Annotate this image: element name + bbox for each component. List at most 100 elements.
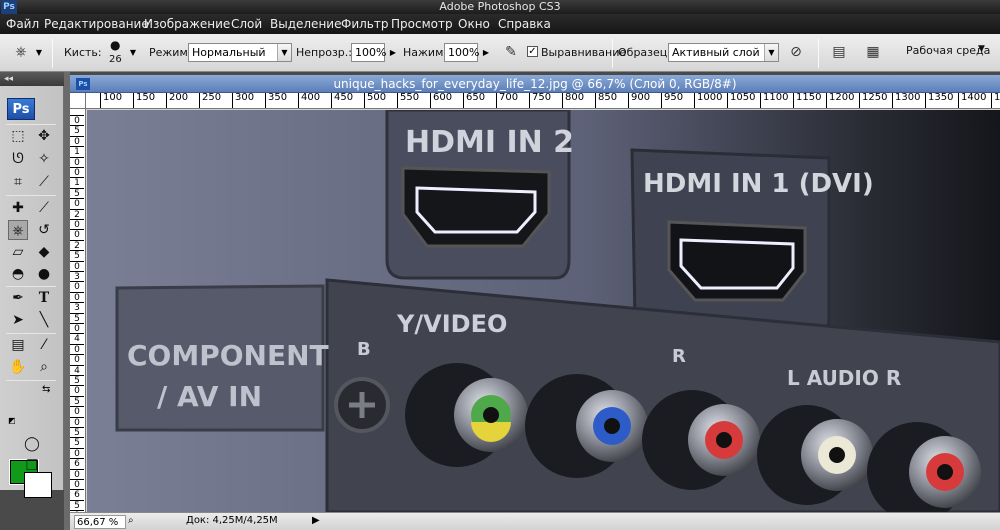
brush-tip-icon[interactable]: ● bbox=[110, 38, 120, 52]
history-brush-tool-icon[interactable]: ↺ bbox=[34, 220, 54, 240]
aligned-label: Выравнивание bbox=[541, 46, 627, 59]
airbrush-icon[interactable]: ✎ bbox=[500, 41, 522, 63]
h-ruler-tick: 950 bbox=[661, 93, 683, 108]
h-ruler-tick: 450 bbox=[331, 93, 353, 108]
path-selection-tool-icon[interactable]: ➤ bbox=[8, 310, 28, 330]
status-menu-arrow-icon[interactable]: ▶ bbox=[312, 515, 320, 526]
h-ruler-tick: 1250 bbox=[859, 93, 887, 108]
hdmi2-label: HDMI IN 2 bbox=[405, 125, 574, 160]
crop-tool-icon[interactable]: ⌗ bbox=[8, 172, 28, 192]
move-tool-icon[interactable]: ✥ bbox=[34, 126, 54, 146]
pen-tool-icon[interactable]: ✒ bbox=[8, 288, 28, 308]
zoom-menu-icon[interactable]: ⌕ bbox=[128, 515, 134, 526]
v-ruler-tick: 0 bbox=[70, 167, 84, 178]
chevron-down-icon: ▼ bbox=[277, 44, 291, 61]
ignore-adjustment-layers-icon[interactable]: ⊘ bbox=[785, 41, 807, 63]
h-ruler-tick: 850 bbox=[595, 93, 617, 108]
v-ruler-tick: 0 bbox=[70, 229, 84, 240]
dodge-tool-icon[interactable]: ● bbox=[34, 264, 54, 284]
eraser-tool-icon[interactable]: ▱ bbox=[8, 242, 28, 262]
line-tool-icon[interactable]: ╲ bbox=[34, 310, 54, 330]
toolbox-header: ◂◂ bbox=[0, 72, 64, 86]
flow-slider-arrow-icon[interactable]: ▶ bbox=[479, 43, 493, 62]
notes-tool-icon[interactable]: ▤ bbox=[8, 335, 28, 355]
slice-tool-icon[interactable]: ⟋ bbox=[34, 172, 54, 192]
brush-tool-icon[interactable]: ⟋ bbox=[34, 198, 54, 218]
type-tool-icon[interactable]: T bbox=[34, 288, 54, 308]
audio-label: L AUDIO R bbox=[787, 366, 901, 390]
v-ruler-tick: 5 bbox=[70, 125, 84, 136]
h-ruler-tick: 750 bbox=[529, 93, 551, 108]
lasso-tool-icon[interactable]: ᘎ bbox=[8, 149, 28, 169]
zoom-tool-icon[interactable]: ⌕ bbox=[34, 357, 54, 377]
mode-select[interactable]: Нормальный ▼ bbox=[188, 43, 292, 62]
magic-wand-tool-icon[interactable]: ✧ bbox=[34, 149, 54, 169]
v-ruler-tick: 0 bbox=[70, 135, 84, 147]
av-in-label: / AV IN bbox=[157, 380, 262, 413]
clone-stamp-preset-icon[interactable]: ⎈ bbox=[10, 41, 32, 63]
menu-view[interactable]: Просмотр bbox=[391, 17, 453, 31]
paint-bucket-tool-icon[interactable]: ◆ bbox=[34, 242, 54, 262]
h-ruler-tick: 1200 bbox=[826, 93, 854, 108]
h-ruler-tick: 1150 bbox=[793, 93, 821, 108]
horizontal-ruler[interactable]: 100 150 200 250 300 350 400 450 500 550 600 650 700 7… bbox=[86, 93, 1000, 109]
document-tab[interactable]: Ps unique_hacks_for_everyday_life_12.jpg… bbox=[70, 75, 1000, 93]
h-ruler-tick: 500 bbox=[364, 93, 386, 108]
menu-edit[interactable]: Редактирование bbox=[44, 17, 149, 31]
v-ruler-tick: 0 bbox=[70, 406, 84, 417]
menu-window[interactable]: Окно bbox=[458, 17, 490, 31]
ruler-origin[interactable] bbox=[70, 93, 86, 109]
divider bbox=[6, 124, 56, 125]
clone-stamp-tool-icon[interactable]: ⎈ bbox=[8, 220, 28, 240]
toolbox: ◂◂ Ps ⬚ ✥ ᘎ ✧ ⌗ ⟋ ✚ ⟋ ⎈ ↺ ▱ ◆ ◓ ● ✒ T ➤ … bbox=[0, 72, 64, 498]
v-ruler-tick: 5 bbox=[70, 427, 84, 438]
palette-well-icon[interactable]: ▤ bbox=[828, 41, 850, 63]
marquee-tool-icon[interactable]: ⬚ bbox=[8, 126, 28, 146]
brush-dropdown-arrow-icon[interactable]: ▼ bbox=[126, 43, 140, 62]
menu-file[interactable]: Файл bbox=[6, 17, 39, 31]
h-ruler-tick: 1300 bbox=[892, 93, 920, 108]
brush-size: 26 bbox=[109, 54, 122, 65]
screen-mode-icon[interactable]: ❐ bbox=[22, 456, 42, 476]
divider bbox=[6, 333, 56, 334]
v-ruler-tick: 0 bbox=[70, 198, 84, 209]
hand-tool-icon[interactable]: ✋ bbox=[8, 357, 28, 377]
mode-value: Нормальный bbox=[192, 46, 266, 59]
sample-value: Активный слой bbox=[672, 46, 760, 59]
v-ruler-tick: 0 bbox=[70, 343, 84, 355]
v-ruler-tick: 0 bbox=[70, 385, 84, 396]
v-ruler-tick: 0 bbox=[70, 468, 84, 480]
preset-dropdown-arrow-icon[interactable]: ▼ bbox=[32, 43, 46, 62]
mode-label: Режим: bbox=[149, 46, 192, 59]
image-canvas[interactable]: HDMI IN 2 HDMI IN 1 (DVI) Y/VIDEO COMPON… bbox=[87, 110, 1000, 512]
h-ruler-tick: 350 bbox=[265, 93, 287, 108]
quick-mask-icon[interactable]: ◯ bbox=[22, 434, 42, 454]
menu-select[interactable]: Выделение bbox=[270, 17, 341, 31]
default-colors-icon[interactable]: ◩ bbox=[8, 416, 16, 425]
v-ruler-tick: 3 bbox=[70, 271, 84, 282]
blur-tool-icon[interactable]: ◓ bbox=[8, 264, 28, 284]
eyedropper-tool-icon[interactable]: ⁄ bbox=[34, 335, 54, 355]
photoshop-badge[interactable]: Ps bbox=[7, 98, 35, 120]
v-ruler-tick: 1 bbox=[70, 146, 84, 157]
menu-filter[interactable]: Фильтр bbox=[341, 17, 388, 31]
swap-colors-icon[interactable]: ⇆ bbox=[42, 384, 50, 395]
flow-input[interactable]: 100% bbox=[444, 43, 479, 62]
bridge-icon[interactable]: ▦ bbox=[862, 41, 884, 63]
v-ruler-tick: 0 bbox=[70, 219, 84, 230]
v-ruler-tick: 2 bbox=[70, 239, 84, 251]
menu-image[interactable]: Изображение bbox=[144, 17, 230, 31]
opacity-input[interactable]: 100% bbox=[351, 43, 386, 62]
menu-help[interactable]: Справка bbox=[498, 17, 551, 31]
vertical-ruler[interactable]: 050100150200250300350400450500550600650 bbox=[70, 109, 86, 512]
opacity-slider-arrow-icon[interactable]: ▶ bbox=[386, 43, 400, 62]
v-ruler-tick: 5 bbox=[70, 499, 84, 511]
healing-brush-tool-icon[interactable]: ✚ bbox=[8, 198, 28, 218]
v-ruler-tick: 2 bbox=[70, 208, 84, 220]
collapse-icon[interactable]: ◂◂ bbox=[4, 72, 13, 86]
sample-select[interactable]: Активный слой ▼ bbox=[668, 43, 779, 62]
workspace-chevron-icon[interactable]: ▼ bbox=[978, 44, 985, 54]
menu-layer[interactable]: Слой bbox=[231, 17, 262, 31]
aligned-checkbox[interactable]: ✓ bbox=[527, 46, 538, 57]
zoom-input[interactable]: 66,67 % bbox=[74, 515, 126, 529]
